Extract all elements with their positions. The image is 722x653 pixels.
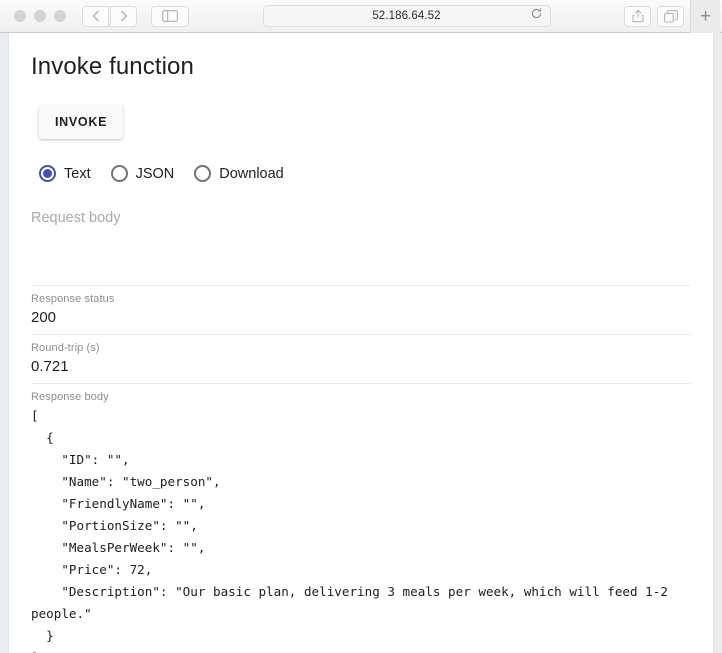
address-bar[interactable]: 52.186.64.52 bbox=[262, 5, 551, 27]
request-body-field[interactable]: Request body bbox=[31, 208, 691, 286]
radio-label-text: Text bbox=[64, 165, 91, 182]
radio-icon-text bbox=[39, 165, 56, 182]
minimize-button[interactable] bbox=[34, 10, 46, 22]
response-body-field: Response body [ { "ID": "", "Name": "two… bbox=[31, 384, 691, 653]
radio-option-download[interactable]: Download bbox=[194, 165, 284, 182]
round-trip-label: Round-trip (s) bbox=[31, 342, 100, 354]
toolbar-right-actions: + bbox=[624, 0, 720, 33]
radio-option-json[interactable]: JSON bbox=[110, 165, 175, 182]
new-tab-button[interactable]: + bbox=[690, 0, 720, 33]
forward-button[interactable] bbox=[110, 5, 137, 27]
browser-window: 52.186.64.52 + Invoke function INVOKE Te… bbox=[0, 0, 722, 653]
radio-icon-download bbox=[194, 165, 212, 182]
response-status-value: 200 bbox=[31, 309, 57, 326]
round-trip-value: 0.721 bbox=[31, 358, 69, 375]
invoke-button[interactable]: INVOKE bbox=[39, 105, 124, 139]
show-tabs-button[interactable] bbox=[657, 5, 684, 27]
response-body-label: Response body bbox=[31, 391, 109, 403]
response-body-value: [ { "ID": "", "Name": "two_person", "Fri… bbox=[31, 408, 668, 653]
radio-option-text[interactable]: Text bbox=[39, 165, 91, 182]
chevron-right-icon bbox=[120, 10, 128, 22]
output-mode-radio-group: Text JSON Download bbox=[39, 165, 699, 182]
navigation-buttons bbox=[82, 5, 137, 27]
sidebar-toggle-icon bbox=[162, 10, 178, 22]
back-button[interactable] bbox=[82, 5, 109, 27]
page-content: Invoke function INVOKE Text JSON Downloa… bbox=[8, 33, 714, 653]
browser-toolbar: 52.186.64.52 + bbox=[0, 0, 722, 33]
radio-icon-json bbox=[110, 165, 128, 182]
response-status-label: Response status bbox=[31, 293, 115, 305]
round-trip-field: Round-trip (s) 0.721 bbox=[31, 335, 691, 384]
maximize-button[interactable] bbox=[54, 10, 66, 22]
reload-icon[interactable] bbox=[530, 7, 543, 25]
sidebar-toggle-button[interactable] bbox=[151, 5, 189, 27]
address-bar-container: 52.186.64.52 bbox=[189, 5, 624, 27]
window-controls bbox=[14, 10, 66, 22]
close-button[interactable] bbox=[14, 10, 26, 22]
show-tabs-icon bbox=[663, 9, 678, 23]
chevron-left-icon bbox=[92, 10, 100, 22]
url-text: 52.186.64.52 bbox=[372, 10, 441, 22]
radio-label-json: JSON bbox=[135, 165, 175, 182]
page-title: Invoke function bbox=[31, 53, 194, 80]
radio-label-download: Download bbox=[219, 165, 284, 182]
share-button[interactable] bbox=[624, 5, 651, 27]
browser-viewport: Invoke function INVOKE Text JSON Downloa… bbox=[0, 33, 722, 653]
response-status-field: Response status 200 bbox=[31, 286, 691, 335]
request-body-placeholder: Request body bbox=[31, 210, 121, 226]
share-icon bbox=[631, 9, 644, 23]
